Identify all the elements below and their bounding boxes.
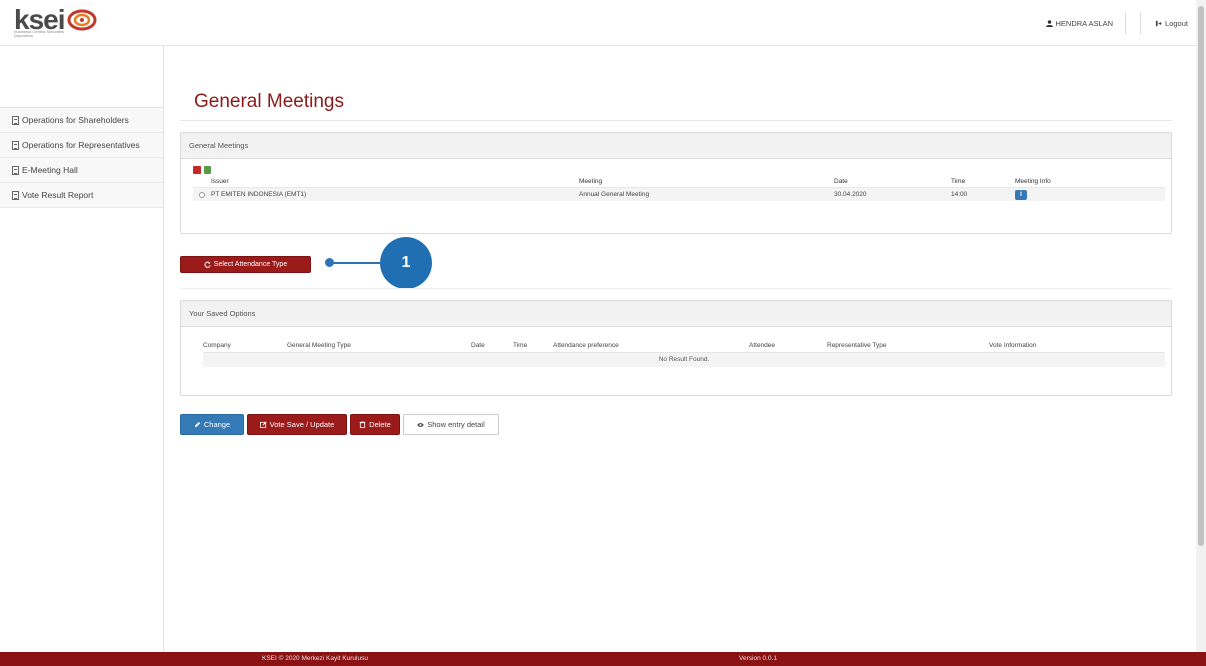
vote-save-label: Vote Save / Update: [269, 420, 335, 429]
footer-version: Version 0.0.1: [739, 655, 777, 662]
column-attendee: Attendee: [749, 342, 776, 349]
table-row[interactable]: PT EMITEN INDONESIA (EMT1) Annual Genera…: [193, 187, 1165, 201]
table-header: Company General Meeting Type Date Time A…: [203, 339, 1165, 353]
user-icon: [1045, 19, 1053, 27]
sidebar-item-label: Vote Result Report: [22, 190, 94, 200]
title-divider: [180, 120, 1172, 121]
logo-subtitle: Indonesia Central Securities Depository: [14, 29, 65, 38]
user-area: HENDRA ASLAN Logout: [1036, 0, 1196, 46]
cell-time: 14:00: [951, 191, 968, 198]
column-time: Time: [951, 177, 966, 185]
column-attendance-preference: Attendance preference: [553, 342, 619, 349]
column-date: Date: [834, 177, 848, 185]
cell-meeting: Annual General Meeting: [579, 191, 650, 198]
eye-icon: [417, 422, 424, 427]
column-meeting: Meeting: [579, 177, 603, 185]
document-icon: [12, 190, 19, 200]
cell-issuer: PT EMITEN INDONESIA (EMT1): [211, 191, 307, 198]
export-icons: [193, 166, 211, 174]
user-name: HENDRA ASLAN: [1055, 18, 1114, 28]
column-meeting-info: Meeting Info: [1015, 177, 1051, 185]
change-button[interactable]: Change: [180, 414, 244, 435]
logout-label: Logout: [1165, 18, 1188, 28]
callout-badge: 1: [380, 237, 432, 289]
panel-heading: Your Saved Options: [181, 301, 1171, 327]
delete-label: Delete: [369, 420, 391, 429]
logout-button[interactable]: Logout: [1140, 12, 1196, 34]
section-divider: [180, 288, 1172, 289]
user-menu[interactable]: HENDRA ASLAN: [1036, 12, 1127, 34]
document-icon: [12, 165, 19, 175]
sidebar-item-label: Operations for Shareholders: [22, 115, 129, 125]
footer-copyright: KSEI © 2020 Merkezi Kayit Kurulusu: [262, 655, 368, 662]
show-entry-label: Show entry detail: [427, 420, 485, 429]
saved-options-table: Company General Meeting Type Date Time A…: [203, 339, 1165, 367]
document-icon: [12, 140, 19, 150]
sidebar-item-e-meeting-hall[interactable]: E-Meeting Hall: [0, 158, 163, 183]
sidebar-item-vote-result-report[interactable]: Vote Result Report: [0, 183, 163, 208]
column-issuer: Issuer: [211, 177, 229, 185]
logout-icon: [1155, 20, 1162, 26]
cell-date: 30.04.2020: [834, 191, 867, 198]
page-title: General Meetings: [194, 91, 344, 112]
panel-heading: General Meetings: [181, 133, 1171, 159]
sidebar-item-label: Operations for Representatives: [22, 140, 140, 150]
change-label: Change: [203, 420, 231, 429]
action-buttons: Change Vote Save / Update Delete Show en…: [180, 414, 499, 435]
scrollbar-thumb[interactable]: [1198, 6, 1204, 546]
refresh-icon: [204, 261, 211, 268]
edit-icon: [259, 421, 267, 428]
callout-dot: [325, 258, 334, 267]
pdf-export-icon[interactable]: [193, 166, 201, 174]
excel-export-icon[interactable]: [204, 166, 211, 174]
row-select[interactable]: [193, 191, 211, 198]
cell-meeting-info: i: [1015, 189, 1115, 200]
trash-icon: [359, 421, 366, 428]
column-meeting-type: General Meeting Type: [287, 342, 351, 349]
sidebar-spacer: [0, 46, 163, 108]
column-vote-information: Vote Information: [989, 342, 1037, 349]
column-time: Time: [513, 342, 528, 349]
pencil-icon: [194, 421, 200, 428]
sidebar: Operations for Shareholders Operations f…: [0, 46, 164, 652]
show-entry-detail-button[interactable]: Show entry detail: [403, 414, 499, 435]
table-header: Issuer Meeting Date Time Meeting Info: [193, 175, 1165, 187]
general-meetings-panel: General Meetings Issuer Meeting Date Tim…: [180, 132, 1172, 234]
footer: KSEI © 2020 Merkezi Kayit Kurulusu Versi…: [0, 652, 1206, 666]
empty-state: No Result Found.: [203, 353, 1165, 367]
top-bar: ksei Indonesia Central Securities Deposi…: [0, 0, 1196, 46]
logo-mark-icon: [67, 9, 96, 31]
saved-options-panel: Your Saved Options Company General Meeti…: [180, 300, 1172, 396]
column-company: Company: [203, 342, 231, 349]
select-attendance-type-button[interactable]: Select Attendance Type: [180, 256, 311, 273]
sidebar-item-representatives[interactable]: Operations for Representatives: [0, 133, 163, 158]
column-date: Date: [471, 342, 485, 349]
scrollbar[interactable]: [1196, 0, 1206, 652]
radio-button[interactable]: [199, 191, 205, 198]
column-representative-type: Representative Type: [827, 342, 887, 349]
sidebar-item-shareholders[interactable]: Operations for Shareholders: [0, 108, 163, 133]
select-attendance-label: Select Attendance Type: [213, 261, 288, 268]
vote-save-update-button[interactable]: Vote Save / Update: [247, 414, 347, 435]
sidebar-item-label: E-Meeting Hall: [22, 165, 78, 175]
delete-button[interactable]: Delete: [350, 414, 400, 435]
general-meetings-table: Issuer Meeting Date Time Meeting Info PT…: [193, 175, 1165, 201]
info-icon[interactable]: i: [1015, 189, 1027, 200]
document-icon: [12, 115, 19, 125]
